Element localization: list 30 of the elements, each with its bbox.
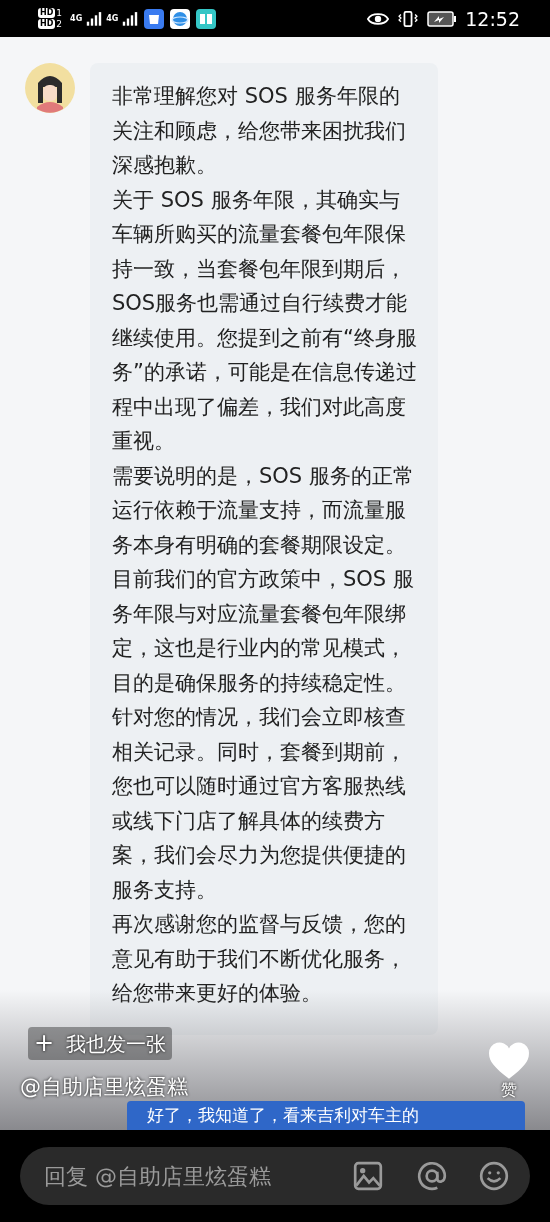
avatar-icon bbox=[25, 63, 75, 113]
post-button[interactable]: + 我也发一张 bbox=[28, 1027, 173, 1060]
author-name[interactable]: @自助店里炫蛋糕 bbox=[20, 1073, 188, 1101]
message-paragraph: 针对您的情况，我们会立即核查相关记录。同时，套餐到期前，您也可以随时通过官方客服热线或线下门店了解具体的续费方案，我们会尽力为您提供便捷的服务支持。 bbox=[112, 704, 407, 904]
vibrate-icon bbox=[397, 10, 420, 27]
network-label: 4G bbox=[70, 14, 83, 23]
message-paragraph: 再次感谢您的监督与反馈，您的意见有助于我们不断优化服务，给您带来更好的体验。 bbox=[112, 911, 407, 1007]
globe-icon bbox=[170, 8, 191, 29]
signal-icon bbox=[86, 11, 103, 26]
book-icon bbox=[196, 8, 217, 29]
message-paragraph: 需要说明的是，SOS 服务的正常运行依赖于流量支持，而流量服务本身有明确的套餐期限设定。目前我们的官方政策中，SOS 服务年限与对应流量套餐包年限绑定，这也是行业内的常见模式，目的是确保服务的持续稳定性。 bbox=[112, 462, 415, 697]
clock-time: 12:52 bbox=[465, 7, 520, 30]
message-paragraph: 非常理解您对 SOS 服务年限的关注和顾虑，给您带来困扰我们深感抱歉。 bbox=[112, 83, 407, 179]
battery-icon bbox=[427, 10, 458, 27]
bag-icon bbox=[144, 8, 165, 29]
signal-icon bbox=[122, 11, 139, 26]
like-button[interactable]: 赞 bbox=[488, 1042, 530, 1101]
eye-icon bbox=[367, 10, 390, 27]
reply-field[interactable]: 回复 @自助店里炫蛋糕 bbox=[20, 1147, 530, 1205]
sim-slot: 2 bbox=[56, 19, 63, 29]
network-label: 4G bbox=[106, 14, 119, 23]
mention-icon[interactable] bbox=[416, 1160, 448, 1192]
emoji-icon[interactable] bbox=[478, 1160, 510, 1192]
message-paragraph: 关于 SOS 服务年限，其确实与车辆所购买的流量套餐包年限保持一致，当套餐包年限到期后，SOS服务也需通过自行续费才能继续使用。您提到之前有“终身服务”的承诺，可能是在信息传递过程中出现了偏差，我们对此高度重视。 bbox=[112, 186, 418, 455]
image-icon[interactable] bbox=[352, 1160, 384, 1192]
sim-slot: 1 bbox=[56, 8, 63, 18]
hd-label: HD bbox=[38, 19, 56, 29]
hd-label: HD bbox=[38, 8, 56, 18]
comment-bubble: 好了，我知道了，看来吉利对车主的 bbox=[127, 1101, 525, 1130]
heart-icon bbox=[488, 1042, 530, 1080]
